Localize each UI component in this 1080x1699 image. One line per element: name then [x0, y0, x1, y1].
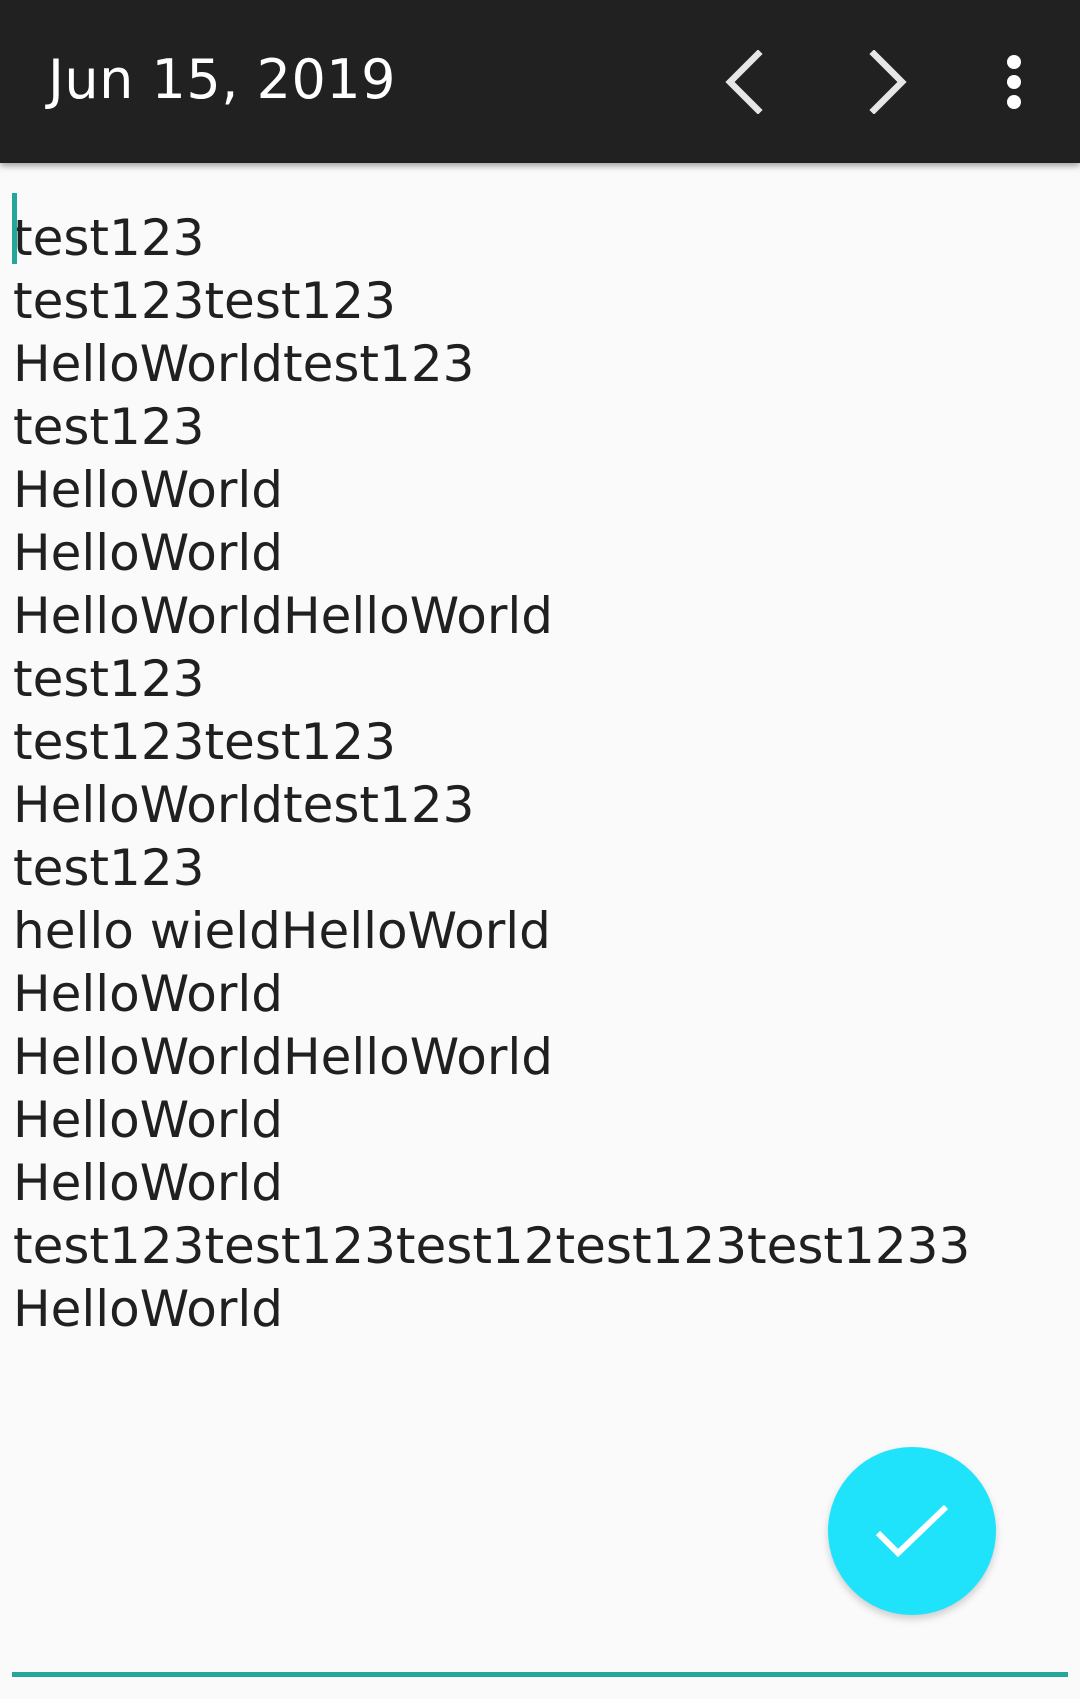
note-text[interactable]: test123 test123test123 HelloWorldtest123 te… [13, 207, 970, 1341]
note-line: test123test123test12test123test1233 [13, 1217, 971, 1275]
note-line: test123 [13, 398, 205, 456]
check-icon [875, 1504, 949, 1558]
note-line: HelloWorld [13, 1154, 284, 1212]
note-line: test123test123 [13, 272, 396, 330]
note-line: test123 [13, 209, 205, 267]
note-line: hello wieldHelloWorld [13, 902, 551, 960]
chevron-left-icon [725, 50, 763, 114]
save-button[interactable] [828, 1447, 996, 1615]
note-line: HelloWorldHelloWorld [13, 1028, 554, 1086]
note-line: HelloWorldtest123 [13, 335, 475, 393]
previous-day-button[interactable] [702, 40, 786, 124]
text-cursor [12, 193, 17, 264]
next-day-button[interactable] [846, 40, 930, 124]
note-line: test123 [13, 839, 205, 897]
note-line: HelloWorld [13, 965, 284, 1023]
note-line: HelloWorld [13, 524, 284, 582]
note-line: HelloWorldHelloWorld [13, 587, 554, 645]
more-vert-icon [1007, 55, 1021, 109]
app-toolbar: Jun 15, 2019 [0, 0, 1080, 163]
note-line: test123test123 [13, 713, 396, 771]
note-line: HelloWorld [13, 1280, 284, 1338]
note-line: HelloWorldtest123 [13, 776, 475, 834]
note-line: test123 [13, 650, 205, 708]
note-line: HelloWorld [13, 1091, 284, 1149]
editor-underline [12, 1672, 1068, 1677]
note-line: HelloWorld [13, 461, 284, 519]
chevron-right-icon [869, 50, 907, 114]
date-title: Jun 15, 2019 [48, 48, 397, 111]
more-options-button[interactable] [972, 40, 1056, 124]
